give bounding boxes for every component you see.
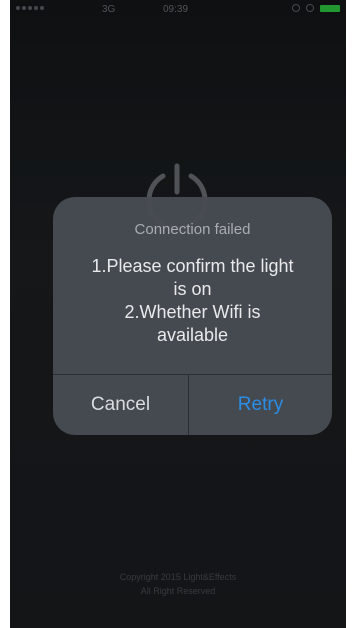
- cancel-button[interactable]: Cancel: [53, 375, 188, 435]
- dialog-title: Connection failed: [134, 221, 251, 238]
- connection-failed-dialog: Connection failed 1.Please confirm the l…: [53, 197, 332, 435]
- message-line: 1.Please confirm the light: [91, 256, 294, 276]
- app-screen: 3G 09:39 Copyright 2015 Light&Effects Al…: [10, 0, 346, 628]
- message-line: 2.Whether Wifi is: [124, 302, 261, 322]
- retry-button[interactable]: Retry: [189, 375, 332, 435]
- message-line: is on: [173, 279, 212, 299]
- message-line: available: [156, 325, 229, 345]
- dialog-message: 1.Please confirm the light is on 2.Wheth…: [63, 255, 322, 347]
